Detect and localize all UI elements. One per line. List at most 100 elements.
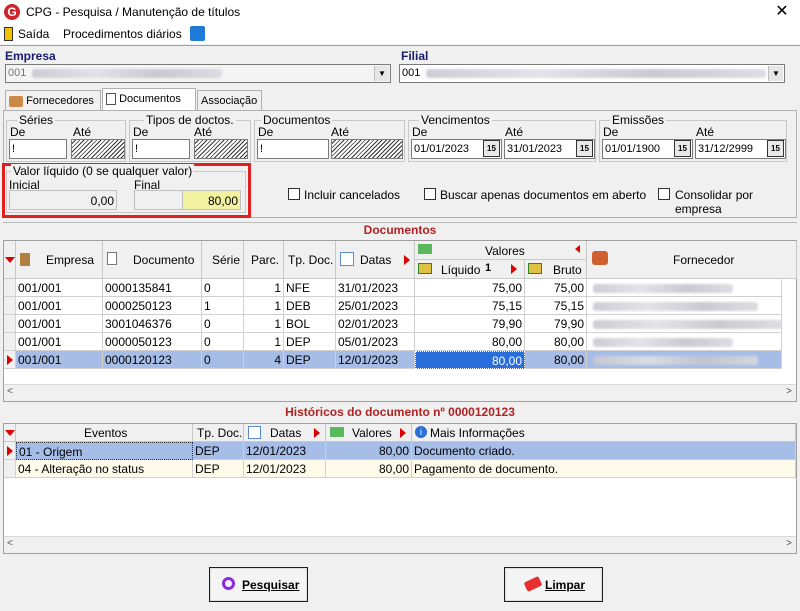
buscar-abertos-checkbox[interactable] <box>424 188 436 200</box>
chevron-down-icon[interactable]: ▼ <box>768 66 783 81</box>
table-cell-data[interactable]: 31/01/2023 <box>336 279 415 297</box>
tab-fornecedores[interactable]: Fornecedores <box>5 90 101 111</box>
table-cell-parc[interactable]: 4 <box>244 351 284 369</box>
app-g-icon[interactable] <box>190 26 205 41</box>
row-indicator[interactable] <box>4 315 16 333</box>
emissao-de-input[interactable]: 01/01/1900 15 <box>602 139 693 159</box>
table-cell-data[interactable]: 12/01/2023 <box>244 460 326 478</box>
table-cell-fornecedor[interactable] <box>587 279 782 297</box>
vencimento-ate-input[interactable]: 31/01/2023 15 <box>504 139 595 159</box>
col-datas[interactable]: Datas <box>244 424 326 442</box>
table-cell-data[interactable]: 25/01/2023 <box>336 297 415 315</box>
col-datas[interactable]: Datas <box>336 241 415 279</box>
chevron-down-icon[interactable]: ▼ <box>374 66 389 81</box>
calendar-icon[interactable]: 15 <box>483 140 500 157</box>
table-cell-tpdoc[interactable]: BOL <box>284 315 336 333</box>
scroll-right-icon[interactable]: > <box>786 538 792 549</box>
table-cell-fornecedor[interactable] <box>587 297 782 315</box>
table-cell-documento[interactable]: 0000135841 <box>103 279 202 297</box>
table-cell-liquido[interactable]: 79,90 <box>415 315 525 333</box>
col-serie[interactable]: Série <box>202 241 244 279</box>
table-cell-tpdoc[interactable]: DEP <box>193 460 244 478</box>
table-cell-evento[interactable]: 01 - Origem <box>16 442 193 460</box>
table-cell-serie[interactable]: 0 <box>202 279 244 297</box>
tab-associacao[interactable]: Associação <box>197 90 262 111</box>
calendar-icon[interactable]: 15 <box>767 140 784 157</box>
scroll-right-icon[interactable]: > <box>786 386 792 397</box>
col-info[interactable]: i Mais Informações <box>412 424 796 442</box>
consolidar-checkbox[interactable] <box>658 188 670 200</box>
table-cell-evento[interactable]: 04 - Alteração no status <box>16 460 193 478</box>
table-cell-data[interactable]: 05/01/2023 <box>336 333 415 351</box>
col-empresa[interactable]: Empresa <box>16 241 103 279</box>
horizontal-scrollbar[interactable]: < > <box>4 384 796 401</box>
close-icon[interactable]: ✕ <box>772 2 792 22</box>
table-cell-documento[interactable]: 3001046376 <box>103 315 202 333</box>
calendar-icon[interactable]: 15 <box>576 140 593 157</box>
menu-exit[interactable]: Saída <box>18 27 49 41</box>
table-cell-data[interactable]: 02/01/2023 <box>336 315 415 333</box>
emissao-ate-input[interactable]: 31/12/2999 15 <box>695 139 786 159</box>
table-cell-documento[interactable]: 0000120123 <box>103 351 202 369</box>
table-cell-parc[interactable]: 1 <box>244 279 284 297</box>
table-cell-parc[interactable]: 1 <box>244 333 284 351</box>
table-cell-liquido[interactable]: 80,00 <box>415 333 525 351</box>
documentos-ate-input[interactable] <box>331 139 403 159</box>
col-valores[interactable]: Valores <box>326 424 412 442</box>
table-cell-serie[interactable]: 0 <box>202 333 244 351</box>
table-cell-tpdoc[interactable]: DEP <box>193 442 244 460</box>
table-cell-data[interactable]: 12/01/2023 <box>336 351 415 369</box>
col-tpdoc[interactable]: Tp. Doc. <box>193 424 244 442</box>
table-cell-tpdoc[interactable]: DEP <box>284 333 336 351</box>
table-cell-valor[interactable]: 80,00 <box>326 442 412 460</box>
table-cell-tpdoc[interactable]: DEB <box>284 297 336 315</box>
empresa-combo[interactable]: 001 ▼ <box>5 64 391 83</box>
table-cell-parc[interactable]: 1 <box>244 297 284 315</box>
row-indicator[interactable] <box>4 351 16 369</box>
table-cell-empresa[interactable]: 001/001 <box>16 297 103 315</box>
table-cell-valor[interactable]: 80,00 <box>326 460 412 478</box>
table-cell-empresa[interactable]: 001/001 <box>16 315 103 333</box>
series-ate-input[interactable] <box>71 139 125 159</box>
menu-daily-procedures[interactable]: Procedimentos diários <box>63 27 182 41</box>
row-indicator[interactable] <box>4 297 16 315</box>
scroll-left-icon[interactable]: < <box>7 538 13 549</box>
table-cell-empresa[interactable]: 001/001 <box>16 351 103 369</box>
pesquisar-button[interactable]: Pesquisar <box>209 567 308 602</box>
table-cell-liquido[interactable]: 80,00 <box>415 351 525 369</box>
limpar-button[interactable]: Limpar <box>504 567 603 602</box>
table-cell-data[interactable]: 12/01/2023 <box>244 442 326 460</box>
scroll-left-icon[interactable]: < <box>7 386 13 397</box>
table-cell-bruto[interactable]: 80,00 <box>525 333 587 351</box>
col-bruto[interactable]: Bruto <box>525 260 587 279</box>
row-indicator[interactable] <box>4 460 16 478</box>
valor-final-input-left[interactable] <box>134 190 182 210</box>
col-fornecedor[interactable]: Fornecedor <box>587 241 797 279</box>
table-cell-empresa[interactable]: 001/001 <box>16 333 103 351</box>
vencimento-de-input[interactable]: 01/01/2023 15 <box>411 139 502 159</box>
table-cell-bruto[interactable]: 79,90 <box>525 315 587 333</box>
tab-documentos[interactable]: Documentos <box>102 88 196 111</box>
row-indicator[interactable] <box>4 333 16 351</box>
table-cell-fornecedor[interactable] <box>587 351 782 369</box>
incluir-cancelados-checkbox[interactable] <box>288 188 300 200</box>
col-eventos[interactable]: Eventos <box>16 424 193 442</box>
table-cell-empresa[interactable]: 001/001 <box>16 279 103 297</box>
table-cell-serie[interactable]: 1 <box>202 297 244 315</box>
collapse-icon[interactable] <box>575 245 580 253</box>
table-cell-documento[interactable]: 0000050123 <box>103 333 202 351</box>
calendar-icon[interactable]: 15 <box>674 140 691 157</box>
col-documento[interactable]: Documento <box>103 241 202 279</box>
table-cell-tpdoc[interactable]: NFE <box>284 279 336 297</box>
table-cell-bruto[interactable]: 75,15 <box>525 297 587 315</box>
table-cell-parc[interactable]: 1 <box>244 315 284 333</box>
filial-combo[interactable]: 001 ▼ <box>399 64 785 83</box>
table-cell-bruto[interactable]: 80,00 <box>525 351 587 369</box>
table-cell-info[interactable]: Pagamento de documento. <box>412 460 796 478</box>
table-cell-serie[interactable]: 0 <box>202 351 244 369</box>
row-indicator[interactable] <box>4 279 16 297</box>
table-cell-documento[interactable]: 0000250123 <box>103 297 202 315</box>
valor-inicial-input[interactable]: 0,00 <box>9 190 117 210</box>
col-liquido[interactable]: Líquido 1 <box>415 260 525 279</box>
table-cell-liquido[interactable]: 75,15 <box>415 297 525 315</box>
